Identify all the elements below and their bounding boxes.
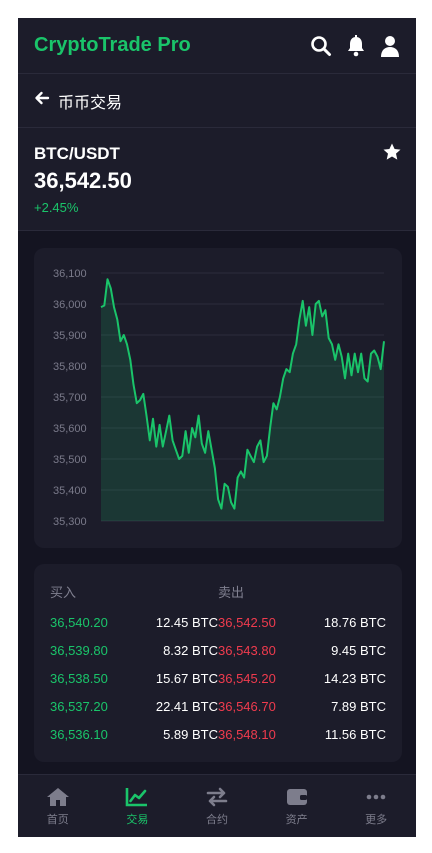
back-bar[interactable]: 币币交易 bbox=[18, 74, 416, 128]
y-tick-label: 35,400 bbox=[53, 485, 87, 497]
nav-label: 合约 bbox=[205, 813, 228, 826]
ask-price: 36,548.10 bbox=[218, 727, 276, 742]
order-row[interactable]: 36,536.10 5.89 BTC 36,548.10 11.56 BTC bbox=[34, 727, 402, 749]
bid-amount: 15.67 BTC bbox=[155, 671, 218, 686]
wallet-icon bbox=[286, 788, 307, 805]
exchange-icon bbox=[206, 787, 228, 806]
chart-line-icon bbox=[126, 787, 148, 806]
search-icon[interactable] bbox=[310, 35, 332, 57]
pair-name: BTC/USDT bbox=[34, 144, 120, 163]
arrow-left-icon[interactable] bbox=[34, 90, 50, 111]
bid-price: 36,538.50 bbox=[50, 671, 108, 686]
pair-change: +2.45% bbox=[34, 200, 79, 215]
price-chart: 36,100 36,000 35,900 35,800 35,700 35,600 35,5… bbox=[53, 268, 385, 528]
bell-icon[interactable] bbox=[346, 34, 366, 57]
bid-amount: 5.89 BTC bbox=[163, 727, 218, 742]
bottom-nav: 首页 交易 合约 资产 更多 bbox=[18, 774, 416, 837]
app-brand: CryptoTrade Pro bbox=[34, 34, 191, 56]
ask-amount: 14.23 BTC bbox=[323, 671, 386, 686]
ask-price: 36,545.20 bbox=[218, 671, 276, 686]
bid-price: 36,536.10 bbox=[50, 727, 108, 742]
y-tick-label: 35,500 bbox=[53, 454, 87, 466]
ask-price: 36,542.50 bbox=[218, 615, 276, 630]
bid-price: 36,539.80 bbox=[50, 643, 108, 658]
nav-item-more[interactable]: 更多 bbox=[336, 775, 416, 837]
ask-amount: 7.89 BTC bbox=[331, 699, 386, 714]
buy-header: 买入 bbox=[50, 585, 77, 600]
order-row[interactable]: 36,538.50 15.67 BTC 36,545.20 14.23 BTC bbox=[34, 671, 402, 693]
nav-item-assets[interactable]: 资产 bbox=[257, 775, 337, 837]
order-book: 买入 卖出 36,540.20 12.45 BTC 36,542.50 18.7… bbox=[34, 564, 402, 762]
ask-amount: 18.76 BTC bbox=[323, 615, 386, 630]
y-tick-label: 36,100 bbox=[53, 268, 87, 280]
nav-label: 首页 bbox=[46, 813, 69, 826]
ask-amount: 9.45 BTC bbox=[331, 643, 386, 658]
bid-amount: 22.41 BTC bbox=[155, 699, 218, 714]
top-icons bbox=[310, 34, 400, 57]
app-window: CryptoTrade Pro 币币交易 BTC/USDT 36,542.50 … bbox=[18, 18, 416, 837]
pair-price: 36,542.50 bbox=[34, 168, 132, 193]
y-tick-label: 35,700 bbox=[53, 392, 87, 404]
bid-price: 36,540.20 bbox=[50, 615, 108, 630]
more-icon bbox=[366, 794, 386, 799]
y-tick-label: 36,000 bbox=[53, 299, 87, 311]
nav-item-contract[interactable]: 合约 bbox=[177, 775, 257, 837]
nav-label: 更多 bbox=[365, 813, 388, 826]
ask-amount: 11.56 BTC bbox=[324, 727, 386, 742]
order-row[interactable]: 36,537.20 22.41 BTC 36,546.70 7.89 BTC bbox=[34, 699, 402, 721]
nav-item-trade[interactable]: 交易 bbox=[98, 775, 178, 837]
y-tick-label: 35,800 bbox=[53, 361, 87, 373]
y-tick-label: 35,900 bbox=[53, 330, 87, 342]
order-row[interactable]: 36,539.80 8.32 BTC 36,543.80 9.45 BTC bbox=[34, 643, 402, 665]
top-bar: CryptoTrade Pro bbox=[18, 18, 416, 74]
star-icon[interactable] bbox=[382, 142, 402, 167]
nav-label: 资产 bbox=[285, 813, 308, 826]
ask-price: 36,543.80 bbox=[218, 643, 276, 658]
order-row[interactable]: 36,540.20 12.45 BTC 36,542.50 18.76 BTC bbox=[34, 615, 402, 637]
bid-amount: 12.45 BTC bbox=[155, 615, 218, 630]
y-tick-label: 35,600 bbox=[53, 423, 87, 435]
bid-amount: 8.32 BTC bbox=[163, 643, 218, 658]
home-icon bbox=[46, 787, 69, 806]
price-chart-card: 36,100 36,000 35,900 35,800 35,700 35,600 35,5… bbox=[34, 248, 402, 548]
bid-price: 36,537.20 bbox=[50, 699, 108, 714]
pair-summary: BTC/USDT 36,542.50 +2.45% bbox=[18, 128, 416, 231]
ask-price: 36,546.70 bbox=[218, 699, 276, 714]
nav-label: 交易 bbox=[126, 813, 149, 826]
back-label: 币币交易 bbox=[58, 94, 123, 112]
sell-header: 卖出 bbox=[218, 585, 245, 600]
user-icon[interactable] bbox=[380, 35, 400, 57]
nav-item-home[interactable]: 首页 bbox=[18, 775, 98, 837]
y-tick-label: 35,300 bbox=[53, 516, 87, 528]
